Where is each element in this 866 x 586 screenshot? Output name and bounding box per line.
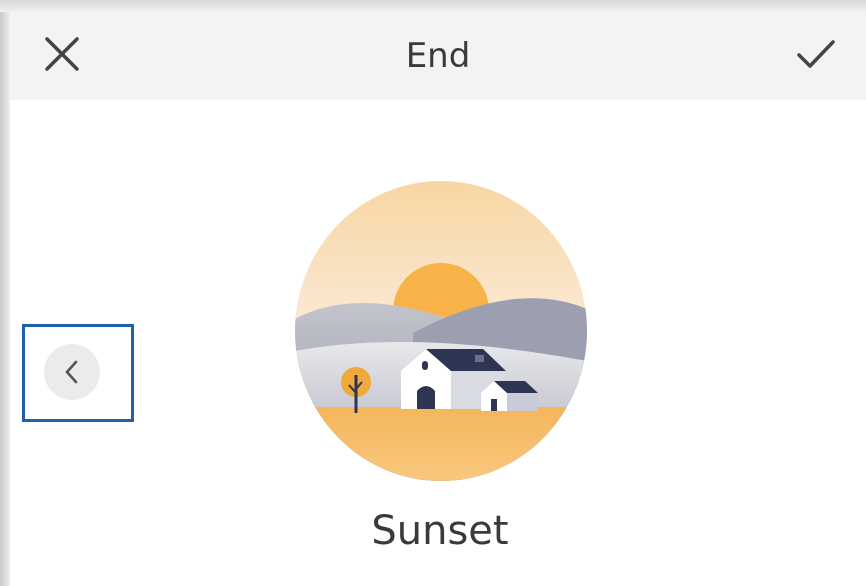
sunset-house-illustration (295, 181, 587, 481)
previous-button[interactable] (44, 344, 100, 400)
chevron-left-icon (65, 360, 78, 384)
item-label: Sunset (371, 508, 509, 554)
top-edge-shadow (0, 0, 866, 12)
close-icon (45, 37, 79, 71)
page-title: End (405, 36, 471, 76)
confirm-button[interactable] (786, 24, 846, 84)
left-edge-shadow (0, 0, 10, 586)
header-bar: End (10, 12, 866, 100)
end-picker-screen: End Sunset (0, 0, 866, 586)
close-button[interactable] (32, 24, 92, 84)
check-icon (797, 40, 835, 68)
